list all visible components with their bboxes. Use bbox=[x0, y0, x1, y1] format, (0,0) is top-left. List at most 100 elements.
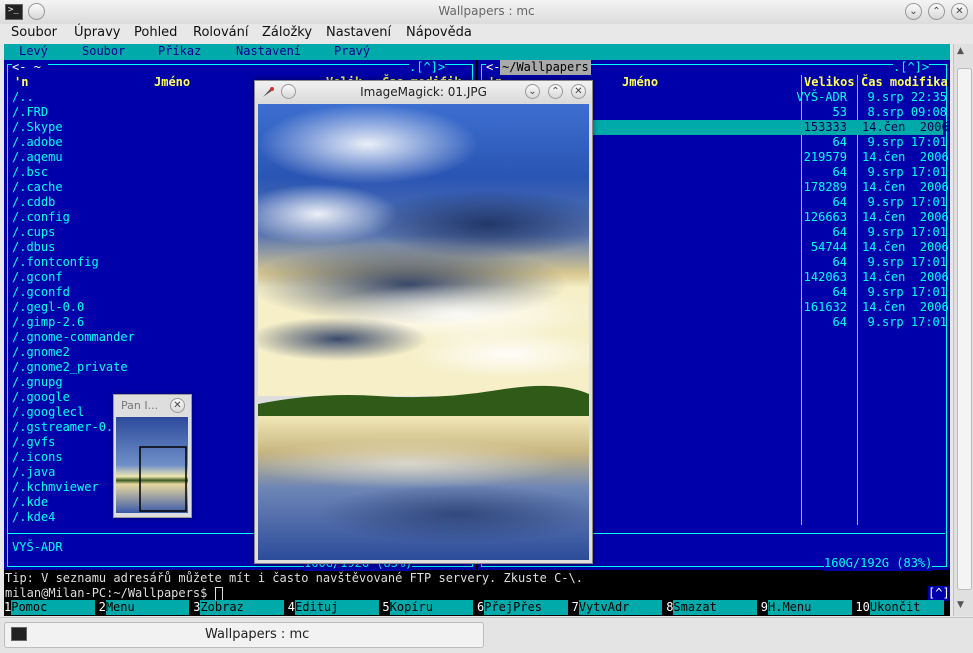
fkey-label: Edituj bbox=[295, 600, 379, 615]
tip-line: Tip: V seznamu adresářů můžete mít i čas… bbox=[5, 571, 583, 585]
fkey-2[interactable]: 2Menu bbox=[98, 600, 194, 615]
menu-pohled[interactable]: Pohled bbox=[134, 25, 177, 40]
scroll-up-icon[interactable]: ▲ bbox=[957, 46, 964, 56]
fkey-10[interactable]: 10Ukončit bbox=[855, 600, 950, 615]
command-prompt[interactable]: milan@Milan-PC:~/Wallpapers$ bbox=[5, 586, 223, 601]
right-file-size: 53 bbox=[832, 105, 847, 119]
mc-menu-levy[interactable]: Levý bbox=[19, 44, 48, 59]
wallpaper-image[interactable] bbox=[238, 104, 608, 560]
wallpaper-image-render bbox=[238, 104, 608, 560]
fkey-label: H.Menu bbox=[768, 600, 852, 615]
fkey-1[interactable]: 1Pomoc bbox=[4, 600, 99, 615]
taskbar-item-wallpapers[interactable]: Wallpapers : mc bbox=[4, 622, 484, 648]
right-file-time: 14.čen 2006 bbox=[862, 300, 949, 314]
mc-menu-pravy[interactable]: Pravý bbox=[334, 44, 370, 59]
right-file-size: 64 bbox=[832, 195, 847, 209]
right-file-size: 178289 bbox=[803, 180, 847, 194]
terminal-scrollbar[interactable]: ▲ ▼ bbox=[953, 44, 973, 616]
right-file-time: 9.srp 17:01 bbox=[867, 225, 947, 239]
right-panel-path: ~/Wallpapers bbox=[500, 60, 591, 75]
menu-soubor[interactable]: Soubor bbox=[11, 25, 57, 40]
left-panel-path: <- ~ bbox=[12, 60, 49, 75]
menubar: Soubor Úpravy Pohled Rolování Záložky Na… bbox=[0, 24, 973, 44]
fkey-6[interactable]: 6PřejPřes bbox=[477, 600, 572, 615]
right-panel-disk: 160G/192G (83%) bbox=[824, 556, 933, 571]
imagemagick-window[interactable]: ImageMagick: 01.JPG ⌄ ⌃ ✕ bbox=[238, 80, 608, 564]
function-key-bar: 1Pomoc 2Menu 3Zobraz 4Edituj 5Kopíru 6PřejPře… bbox=[4, 600, 950, 615]
right-file-time: 9.srp 17:01 bbox=[867, 285, 947, 299]
window-titlebar: >_ Wallpapers : mc ⌄ ⌃ ✕ bbox=[0, 0, 973, 25]
right-col-time: Čas modifika bbox=[861, 75, 948, 89]
close-button[interactable]: ✕ bbox=[951, 3, 968, 20]
right-file-time: 14.čen 2006 bbox=[862, 240, 949, 254]
right-file-time: 14.čen 2006 bbox=[862, 120, 949, 134]
right-col-size: Velikos bbox=[804, 75, 855, 89]
right-file-size: 64 bbox=[832, 255, 847, 269]
right-file-time: 9.srp 17:01 bbox=[867, 135, 947, 149]
fkey-3[interactable]: 3Zobraz bbox=[193, 600, 288, 615]
mc-menu-soubor[interactable]: Soubor bbox=[82, 44, 125, 59]
fkey-5[interactable]: 5Kopíru bbox=[382, 600, 477, 615]
right-file-time: 9.srp 17:01 bbox=[867, 255, 947, 269]
fkey-4[interactable]: 4Edituj bbox=[287, 600, 383, 615]
fkey-label: Smazat bbox=[673, 600, 758, 615]
menu-rolovani[interactable]: Rolování bbox=[193, 25, 248, 40]
fkey-7[interactable]: 7VytvAdr bbox=[571, 600, 667, 615]
menu-napoveda[interactable]: Nápověda bbox=[406, 25, 472, 40]
fkey-9[interactable]: 9H.Menu bbox=[760, 600, 856, 615]
fkey-number: 5 bbox=[382, 600, 390, 614]
fkey-number: 10 bbox=[855, 600, 870, 614]
fkey-label: Pomoc bbox=[11, 600, 95, 615]
left-col-n: 'n bbox=[14, 75, 29, 89]
mc-menubar: Levý Soubor Příkaz Nastavení Pravý bbox=[4, 44, 950, 60]
right-file-time: 9.srp 22:35 bbox=[867, 90, 947, 104]
mc-menu-prikaz[interactable]: Příkaz bbox=[158, 44, 201, 59]
imagemagick-maximize-icon[interactable]: ⌃ bbox=[548, 84, 563, 99]
pan-close-icon[interactable]: ✕ bbox=[170, 398, 185, 413]
fkey-8[interactable]: 8Smazat bbox=[666, 600, 761, 615]
right-col-name: Jméno bbox=[622, 75, 659, 89]
right-file-size: 219579 bbox=[803, 150, 847, 164]
fkey-number: 3 bbox=[193, 600, 201, 614]
right-file-time: 14.čen 2006 bbox=[862, 270, 949, 284]
fkey-number: 1 bbox=[4, 600, 12, 614]
menu-upravy[interactable]: Úpravy bbox=[74, 25, 120, 40]
menu-nastaveni[interactable]: Nastavení bbox=[326, 25, 391, 40]
scroll-down-icon[interactable]: ▼ bbox=[957, 600, 964, 610]
pan-thumbnail[interactable] bbox=[116, 417, 188, 513]
right-file-size: 64 bbox=[832, 135, 847, 149]
right-file-time: 8.srp 09:08 bbox=[867, 105, 947, 119]
fkey-label: Ukončit bbox=[869, 600, 945, 615]
fkey-label: Menu bbox=[105, 600, 190, 615]
right-file-size: 64 bbox=[832, 315, 847, 329]
fkey-number: 8 bbox=[666, 600, 674, 614]
left-panel-corner[interactable]: .[^]> bbox=[409, 60, 446, 75]
imagemagick-close-icon[interactable]: ✕ bbox=[571, 84, 586, 99]
right-file-size: 64 bbox=[832, 165, 847, 179]
right-file-size: 142063 bbox=[803, 270, 847, 284]
window-title: Wallpapers : mc bbox=[438, 4, 535, 18]
maximize-button[interactable]: ⌃ bbox=[928, 3, 945, 20]
fkey-label: Kopíru bbox=[389, 600, 474, 615]
scroll-thumb[interactable] bbox=[957, 68, 972, 590]
fkey-label: VytvAdr bbox=[578, 600, 663, 615]
pan-icon-window[interactable]: Pan I... ✕ bbox=[113, 394, 192, 518]
taskbar-item-label: Wallpapers : mc bbox=[205, 627, 310, 642]
right-file-time: 14.čen 2006 bbox=[862, 150, 949, 164]
pan-window-title: Pan I... bbox=[121, 399, 159, 412]
right-panel-corner[interactable]: .[^]> bbox=[893, 60, 930, 75]
prompt-badge: [^] bbox=[928, 586, 950, 601]
right-file-size: 161632 bbox=[803, 300, 847, 314]
left-col-name: Jméno bbox=[154, 75, 191, 89]
pan-thumbnail-image bbox=[116, 417, 188, 513]
fkey-number: 6 bbox=[477, 600, 485, 614]
mc-menu-nastaveni[interactable]: Nastavení bbox=[236, 44, 301, 59]
menu-zalozky[interactable]: Záložky bbox=[262, 25, 312, 40]
imagemagick-minimize-icon[interactable]: ⌄ bbox=[525, 84, 540, 99]
fkey-number: 7 bbox=[571, 600, 579, 614]
cursor bbox=[214, 586, 223, 601]
left-panel-status: VYŠ-ADR bbox=[12, 540, 63, 554]
minimize-button[interactable]: ⌄ bbox=[905, 3, 922, 20]
right-file-size: 64 bbox=[832, 225, 847, 239]
right-file-size: 54744 bbox=[810, 240, 847, 254]
